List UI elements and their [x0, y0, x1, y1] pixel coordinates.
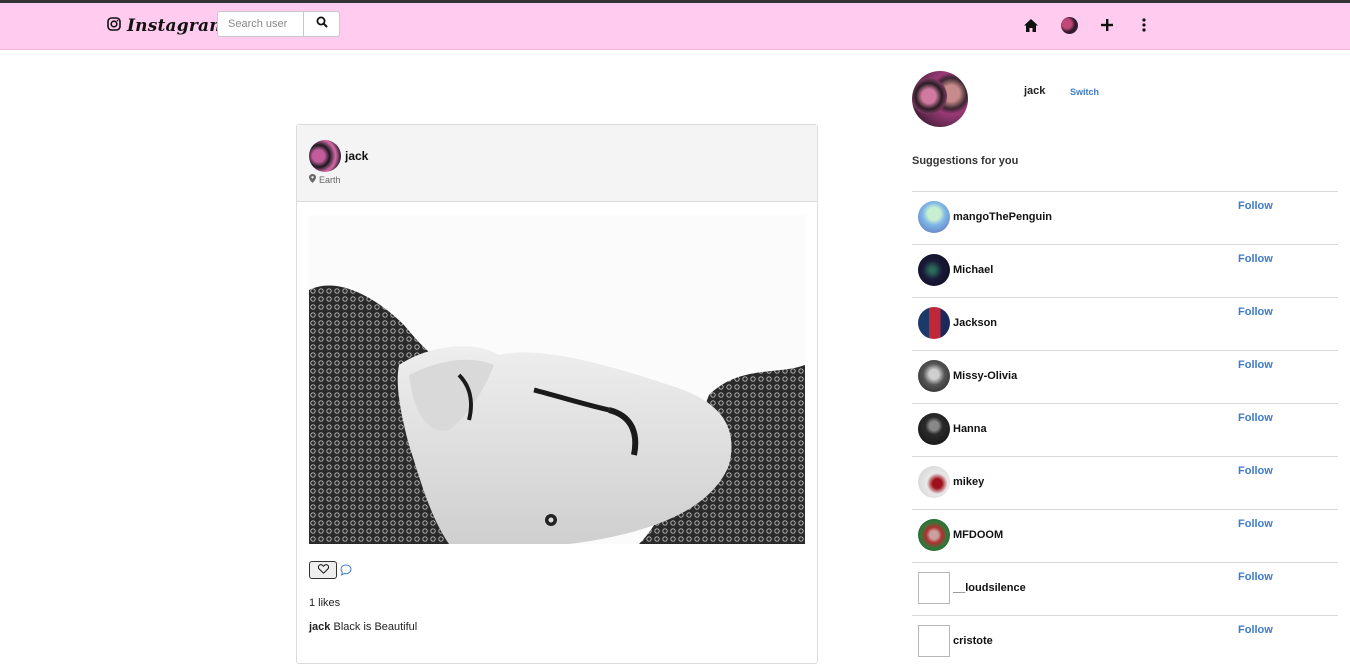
- search-icon: [316, 15, 328, 33]
- avatar: [1060, 16, 1078, 34]
- heart-icon: [317, 561, 329, 579]
- post-author-name[interactable]: jack: [345, 149, 368, 163]
- switch-account-link[interactable]: Switch: [1070, 87, 1099, 97]
- caption-author[interactable]: jack: [309, 621, 330, 633]
- navbar: Instagram: [0, 3, 1350, 50]
- suggestion-name[interactable]: cristote: [953, 635, 993, 647]
- avatar[interactable]: [918, 307, 950, 339]
- follow-button[interactable]: Follow: [1238, 518, 1273, 530]
- suggestion-name[interactable]: mangoThePenguin: [953, 211, 1052, 223]
- avatar[interactable]: [918, 254, 950, 286]
- avatar[interactable]: [918, 413, 950, 445]
- instagram-logo-icon: [107, 16, 121, 36]
- list-item: __loudsilence Follow: [912, 562, 1338, 615]
- suggestion-name[interactable]: __loudsilence: [953, 582, 1026, 594]
- suggestion-name[interactable]: mikey: [953, 476, 984, 488]
- follow-button[interactable]: Follow: [1238, 412, 1273, 424]
- broken-image-avatar[interactable]: [918, 572, 950, 604]
- follow-button[interactable]: Follow: [1238, 306, 1273, 318]
- suggestion-name[interactable]: Hanna: [953, 423, 987, 435]
- broken-image-avatar[interactable]: [918, 625, 950, 657]
- follow-button[interactable]: Follow: [1238, 359, 1273, 371]
- post-location: Earth: [309, 174, 341, 185]
- post-author-avatar[interactable]: [309, 140, 341, 172]
- suggestions-list: mangoThePenguin Follow Michael Follow Ja…: [912, 191, 1338, 668]
- likes-count: 1 likes: [309, 597, 341, 609]
- list-item: Hanna Follow: [912, 403, 1338, 456]
- brand[interactable]: Instagram: [107, 13, 227, 39]
- suggestion-name[interactable]: Michael: [953, 264, 993, 276]
- list-item: mikey Follow: [912, 456, 1338, 509]
- follow-button[interactable]: Follow: [1238, 624, 1273, 636]
- list-item: mangoThePenguin Follow: [912, 191, 1338, 244]
- plus-icon[interactable]: [1096, 14, 1118, 36]
- list-item: MFDOOM Follow: [912, 509, 1338, 562]
- caption-text: Black is Beautiful: [333, 621, 418, 633]
- more-vertical-icon[interactable]: [1133, 14, 1155, 36]
- post-photo[interactable]: [309, 215, 805, 544]
- like-button[interactable]: [309, 561, 337, 579]
- suggestion-name[interactable]: Jackson: [953, 317, 997, 329]
- current-user-avatar[interactable]: [912, 71, 968, 127]
- avatar[interactable]: [918, 466, 950, 498]
- avatar[interactable]: [918, 201, 950, 233]
- search-button[interactable]: [303, 11, 340, 37]
- post-card: jack Earth 1 likes jack Black is Beautif…: [296, 124, 818, 664]
- location-pin-icon: [309, 174, 316, 185]
- search-input[interactable]: [217, 11, 304, 37]
- follow-button[interactable]: Follow: [1238, 571, 1273, 583]
- comment-icon[interactable]: [340, 563, 354, 577]
- brand-name: Instagram: [127, 16, 228, 36]
- current-user-name[interactable]: jack: [1024, 85, 1045, 97]
- suggestion-name[interactable]: Missy-Olivia: [953, 370, 1017, 382]
- suggestion-name[interactable]: MFDOOM: [953, 529, 1003, 541]
- follow-button[interactable]: Follow: [1238, 200, 1273, 212]
- list-item: Michael Follow: [912, 244, 1338, 297]
- location-label: Earth: [319, 174, 341, 185]
- follow-button[interactable]: Follow: [1238, 253, 1273, 265]
- list-item: Missy-Olivia Follow: [912, 350, 1338, 403]
- avatar[interactable]: [918, 519, 950, 551]
- post-header: jack Earth: [297, 125, 817, 202]
- suggestions-title: Suggestions for you: [912, 155, 1019, 167]
- avatar[interactable]: [918, 360, 950, 392]
- list-item: cristote Follow: [912, 615, 1338, 668]
- post-caption: jack Black is Beautiful: [309, 621, 417, 633]
- follow-button[interactable]: Follow: [1238, 465, 1273, 477]
- list-item: Jackson Follow: [912, 297, 1338, 350]
- home-icon[interactable]: [1020, 14, 1042, 36]
- profile-avatar[interactable]: [1058, 14, 1080, 36]
